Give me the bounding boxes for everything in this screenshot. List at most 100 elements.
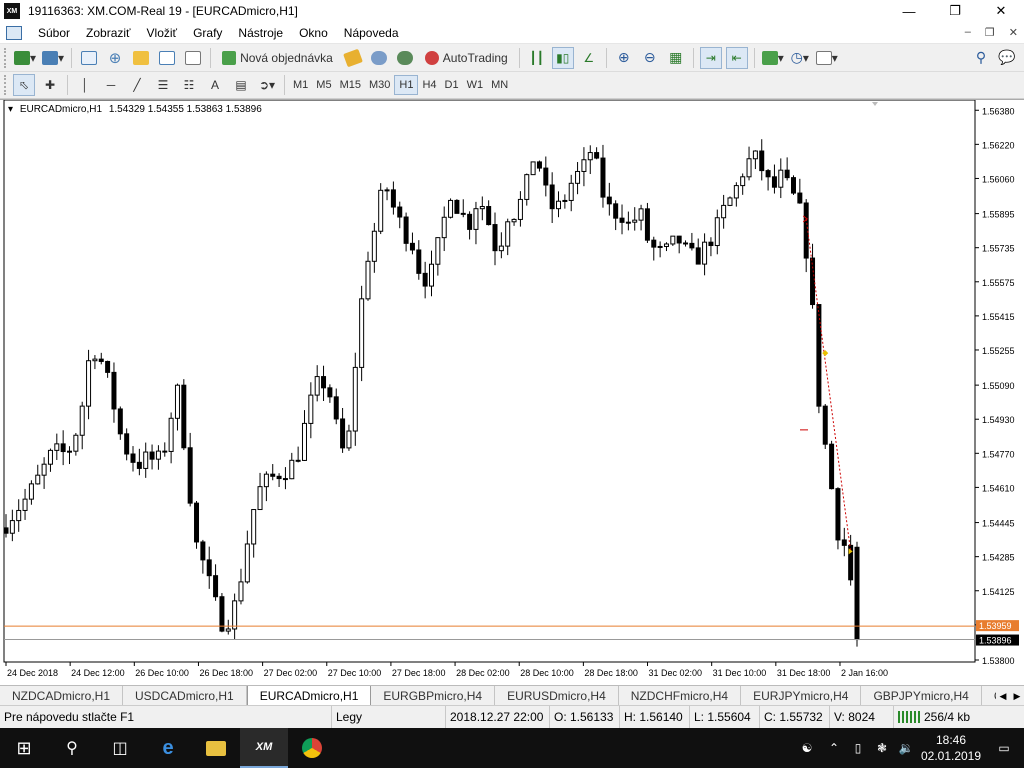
child-close-button[interactable]: ✕ bbox=[1009, 26, 1018, 39]
chrome-button[interactable] bbox=[288, 728, 336, 768]
timeframe-mn[interactable]: MN bbox=[487, 75, 512, 95]
tab-eurgbp[interactable]: EURGBPmicro,H4 bbox=[371, 686, 496, 705]
chart-ohlc: 1.54329 1.54355 1.53863 1.53896 bbox=[108, 104, 262, 115]
close-button[interactable]: ✕ bbox=[978, 0, 1024, 22]
explorer-button[interactable] bbox=[192, 728, 240, 768]
tab-scroll-left-icon[interactable]: ◀ bbox=[1000, 691, 1007, 702]
network-icon[interactable]: ❃ bbox=[870, 741, 894, 755]
terminal-button[interactable] bbox=[156, 47, 178, 69]
tab-usdcad[interactable]: USDCADmicro,H1 bbox=[123, 686, 247, 705]
templates-button[interactable]: ▾ bbox=[815, 47, 839, 69]
text-tool[interactable]: A bbox=[204, 74, 226, 96]
timeframe-m1[interactable]: M1 bbox=[289, 75, 312, 95]
arrows-tool[interactable]: ➲ ▾ bbox=[256, 74, 278, 96]
timeframe-m5[interactable]: M5 bbox=[312, 75, 335, 95]
toolbar-grip[interactable] bbox=[4, 75, 8, 95]
toolbar-grip[interactable] bbox=[4, 47, 8, 68]
bar-chart-button[interactable]: ┃┃ bbox=[526, 47, 548, 69]
taskbar-clock[interactable]: 18:46 02.01.2019 bbox=[918, 732, 984, 764]
market-watch-button[interactable] bbox=[78, 47, 100, 69]
tab-eurjpy[interactable]: EURJPYmicro,H4 bbox=[741, 686, 862, 705]
text-label-tool[interactable]: ▤ bbox=[230, 74, 252, 96]
battery-icon[interactable]: ▯ bbox=[846, 741, 870, 755]
price-axis: 1.56380 1.56220 1.56060 1.55895 1.55735 1.555… bbox=[3, 100, 1015, 666]
fibonacci-tool[interactable]: ☷ bbox=[178, 74, 200, 96]
tab-eurusd[interactable]: EURUSDmicro,H4 bbox=[495, 686, 619, 705]
time-tick-label: 26 Dec 18:00 bbox=[199, 668, 253, 678]
candle-body bbox=[206, 559, 212, 577]
new-order-button[interactable]: Nová objednávka bbox=[217, 47, 338, 69]
child-minimize-button[interactable]: – bbox=[965, 26, 971, 39]
menu-view[interactable]: Zobraziť bbox=[78, 26, 139, 40]
tab-nzdcad[interactable]: NZDCADmicro,H1 bbox=[0, 686, 124, 705]
minimize-button[interactable]: — bbox=[886, 0, 932, 22]
autotrading-button[interactable]: AutoTrading bbox=[420, 47, 513, 69]
start-button[interactable]: ⊞ bbox=[0, 728, 48, 768]
zoom-in-button[interactable]: ⊕ bbox=[613, 47, 635, 69]
tab-gbpjpy[interactable]: GBPJPYmicro,H4 bbox=[861, 686, 982, 705]
indicators-button[interactable]: ▾ bbox=[761, 47, 785, 69]
profiles-button[interactable]: ▾ bbox=[41, 47, 65, 69]
volume-icon[interactable]: 🔉 bbox=[894, 741, 918, 755]
chart-shift-button[interactable]: ⇤ bbox=[725, 46, 748, 69]
chart-collapse-icon[interactable]: ▾ bbox=[8, 104, 13, 115]
task-view-button[interactable]: ◫ bbox=[96, 728, 144, 768]
candle-body bbox=[28, 483, 34, 500]
candlestick-chart-button[interactable]: ▮▯ bbox=[551, 46, 574, 69]
strategy-tester-button[interactable] bbox=[182, 47, 204, 69]
search-button[interactable]: ⚲ bbox=[970, 47, 992, 69]
signals-button[interactable] bbox=[368, 47, 390, 69]
tray-expand-icon[interactable]: ⌃ bbox=[822, 741, 846, 755]
trendline-tool[interactable]: ╱ bbox=[126, 74, 148, 96]
chart-window[interactable]: ▾ EURCADmicro,H1 1.54329 1.54355 1.53863… bbox=[0, 99, 1024, 685]
metaeditor-button[interactable] bbox=[342, 47, 364, 69]
crosshair-tool[interactable]: ✚ bbox=[39, 74, 61, 96]
toolbar-separator bbox=[753, 47, 755, 68]
people-icon[interactable]: ☯ bbox=[792, 741, 822, 755]
menu-window[interactable]: Okno bbox=[291, 26, 336, 40]
navigator-button[interactable] bbox=[130, 47, 152, 69]
status-traffic: 256/4 kb bbox=[924, 710, 971, 724]
line-chart-button[interactable]: ∠ bbox=[578, 47, 600, 69]
timeframe-m15[interactable]: M15 bbox=[336, 75, 365, 95]
menu-help[interactable]: Nápoveda bbox=[336, 26, 407, 40]
price-chart[interactable]: 1.56380 1.56220 1.56060 1.55895 1.55735 1.555… bbox=[0, 100, 1024, 686]
data-window-button[interactable]: ⊕ bbox=[104, 47, 126, 69]
search-button[interactable]: ⚲ bbox=[48, 728, 96, 768]
candle-body bbox=[505, 221, 511, 247]
mt4-taskbar-button[interactable]: XM bbox=[240, 728, 288, 768]
time-tick-label: 28 Dec 02:00 bbox=[456, 668, 510, 678]
child-restore-button[interactable]: ❐ bbox=[985, 26, 995, 39]
horizontal-line-icon: ─ bbox=[106, 78, 116, 92]
tile-windows-button[interactable]: ▦ bbox=[665, 47, 687, 69]
status-connection[interactable]: 256/4 kb bbox=[894, 706, 1024, 729]
tab-scroll-right-icon[interactable]: ▶ bbox=[1014, 691, 1021, 702]
candle-body bbox=[327, 387, 333, 398]
tab-eurcad[interactable]: EURCADmicro,H1 bbox=[246, 686, 372, 705]
vertical-line-tool[interactable]: │ bbox=[74, 74, 96, 96]
horizontal-line-tool[interactable]: ─ bbox=[100, 74, 122, 96]
menu-file[interactable]: Súbor bbox=[30, 26, 78, 40]
menu-tools[interactable]: Nástroje bbox=[230, 26, 291, 40]
edge-button[interactable]: e bbox=[144, 728, 192, 768]
menu-insert[interactable]: Vložiť bbox=[139, 26, 186, 40]
auto-scroll-button[interactable]: ⇥ bbox=[699, 46, 722, 69]
zoom-out-button[interactable]: ⊖ bbox=[639, 47, 661, 69]
new-chart-button[interactable]: ▾ bbox=[13, 47, 37, 69]
maximize-button[interactable]: ❐ bbox=[932, 0, 978, 22]
equidistant-channel-tool[interactable]: ☰ bbox=[152, 74, 174, 96]
timeframe-w1[interactable]: W1 bbox=[463, 75, 488, 95]
periods-button[interactable]: ◷ ▾ bbox=[789, 47, 811, 69]
timeframe-h1[interactable]: H1 bbox=[394, 75, 419, 95]
menu-charts[interactable]: Grafy bbox=[185, 26, 230, 40]
candle-body bbox=[9, 520, 15, 534]
tab-nzdchf[interactable]: NZDCHFmicro,H4 bbox=[619, 686, 742, 705]
timeframe-h4[interactable]: H4 bbox=[418, 75, 440, 95]
chart-window-icon[interactable] bbox=[6, 25, 22, 40]
timeframe-m30[interactable]: M30 bbox=[365, 75, 394, 95]
timeframe-d1[interactable]: D1 bbox=[441, 75, 463, 95]
vps-button[interactable] bbox=[394, 47, 416, 69]
cursor-tool[interactable]: ⬁ bbox=[13, 74, 35, 96]
notifications-icon[interactable]: ▭ bbox=[984, 741, 1024, 755]
chat-button[interactable]: 💬 bbox=[996, 47, 1018, 69]
